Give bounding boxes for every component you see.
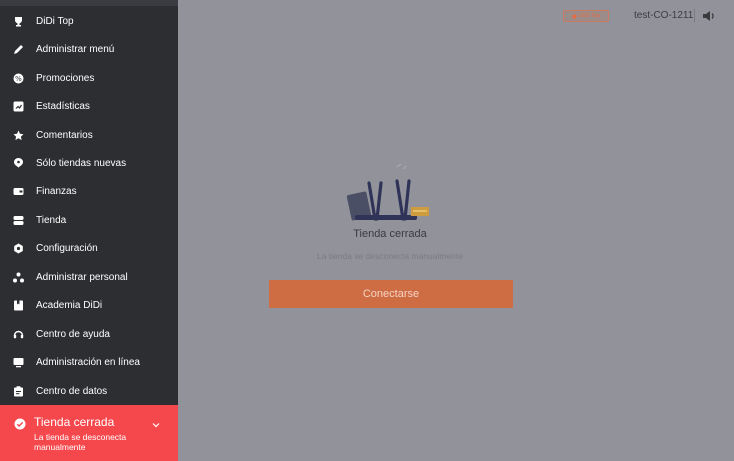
sidebar-item-comentarios[interactable]: Comentarios bbox=[0, 125, 178, 145]
store-account-name[interactable]: test-CO-1211 bbox=[634, 10, 693, 21]
store-closed-title: Tienda cerrada bbox=[353, 228, 427, 240]
check-circle-icon bbox=[14, 417, 26, 430]
sidebar-item-configuracion[interactable]: Configuración bbox=[0, 238, 178, 258]
topbar-divider bbox=[694, 9, 695, 22]
new-store-icon bbox=[13, 157, 24, 169]
book-icon bbox=[13, 300, 24, 311]
sidebar-item-label: Academia DiDi bbox=[36, 299, 103, 311]
sidebar-item-label: DiDi Top bbox=[36, 15, 74, 27]
wallet-icon bbox=[13, 186, 24, 197]
trophy-icon bbox=[13, 16, 24, 27]
sidebar-item-administracion-en-linea[interactable]: Administración en línea bbox=[0, 352, 178, 372]
sidebar-item-solo-tiendas-nuevas[interactable]: Sólo tiendas nuevas bbox=[0, 153, 178, 173]
store-icon bbox=[13, 215, 24, 226]
closed-store-illustration bbox=[345, 163, 435, 225]
pencil-icon bbox=[13, 44, 24, 55]
gear-icon bbox=[13, 243, 24, 254]
trophy-icon bbox=[572, 14, 577, 18]
sidebar-item-centro-de-datos[interactable]: Centro de datos bbox=[0, 381, 178, 401]
sidebar-item-label: Configuración bbox=[36, 242, 98, 254]
sidebar-item-administrar-menu[interactable]: Administrar menú bbox=[0, 39, 178, 59]
sidebar-item-label: Finanzas bbox=[36, 185, 77, 197]
svg-text:%: % bbox=[15, 75, 22, 83]
sidebar-item-label: Administrar personal bbox=[36, 271, 128, 283]
headset-icon bbox=[13, 329, 24, 340]
sidebar-item-label: Administrar menú bbox=[36, 43, 115, 55]
sidebar-top-strip bbox=[0, 0, 178, 6]
store-closed-subtitle: La tienda se desconecta manualmente bbox=[316, 251, 463, 261]
sidebar-item-promociones[interactable]: % Promociones bbox=[0, 68, 178, 88]
sidebar-item-finanzas[interactable]: Finanzas bbox=[0, 181, 178, 201]
monitor-icon bbox=[13, 357, 24, 368]
sidebar-item-label: Tienda bbox=[36, 214, 67, 226]
sidebar-item-label: Centro de datos bbox=[36, 385, 108, 397]
speaker-icon[interactable] bbox=[702, 9, 716, 21]
sidebar-item-centro-de-ayuda[interactable]: Centro de ayuda bbox=[0, 324, 178, 344]
sidebar-item-tienda[interactable]: Tienda bbox=[0, 210, 178, 230]
store-status-toggle[interactable]: Tienda cerrada La tienda se desconecta m… bbox=[0, 405, 178, 461]
connect-button[interactable]: Conectarse bbox=[269, 280, 513, 308]
sidebar-item-label: Administración en línea bbox=[36, 356, 140, 368]
store-status-subtitle: La tienda se desconecta manualmente bbox=[34, 432, 127, 452]
clipboard-icon bbox=[13, 385, 24, 397]
sidebar: DiDi Top Administrar menú % Promociones … bbox=[0, 0, 178, 461]
sidebar-item-label: Comentarios bbox=[36, 129, 93, 141]
sidebar-item-label: Centro de ayuda bbox=[36, 328, 110, 340]
staff-icon bbox=[13, 272, 24, 283]
chevron-down-icon[interactable] bbox=[151, 417, 161, 428]
statistics-icon bbox=[13, 101, 24, 112]
sidebar-item-administrar-personal[interactable]: Administrar personal bbox=[0, 267, 178, 287]
sidebar-item-label: Sólo tiendas nuevas bbox=[36, 157, 127, 169]
sidebar-item-academia-didi[interactable]: Academia DiDi bbox=[0, 295, 178, 315]
star-icon bbox=[13, 130, 24, 141]
sidebar-item-estadisticas[interactable]: Estadísticas bbox=[0, 96, 178, 116]
sidebar-item-label: Estadísticas bbox=[36, 100, 90, 112]
sidebar-item-didi-top[interactable]: DiDi Top bbox=[0, 11, 178, 31]
promotion-icon: % bbox=[13, 73, 24, 84]
sidebar-item-label: Promociones bbox=[36, 72, 95, 84]
didi-top-badge-label: DiDi Top bbox=[579, 13, 600, 19]
store-status-title: Tienda cerrada bbox=[34, 415, 115, 429]
didi-top-badge[interactable]: DiDi Top bbox=[563, 10, 609, 22]
